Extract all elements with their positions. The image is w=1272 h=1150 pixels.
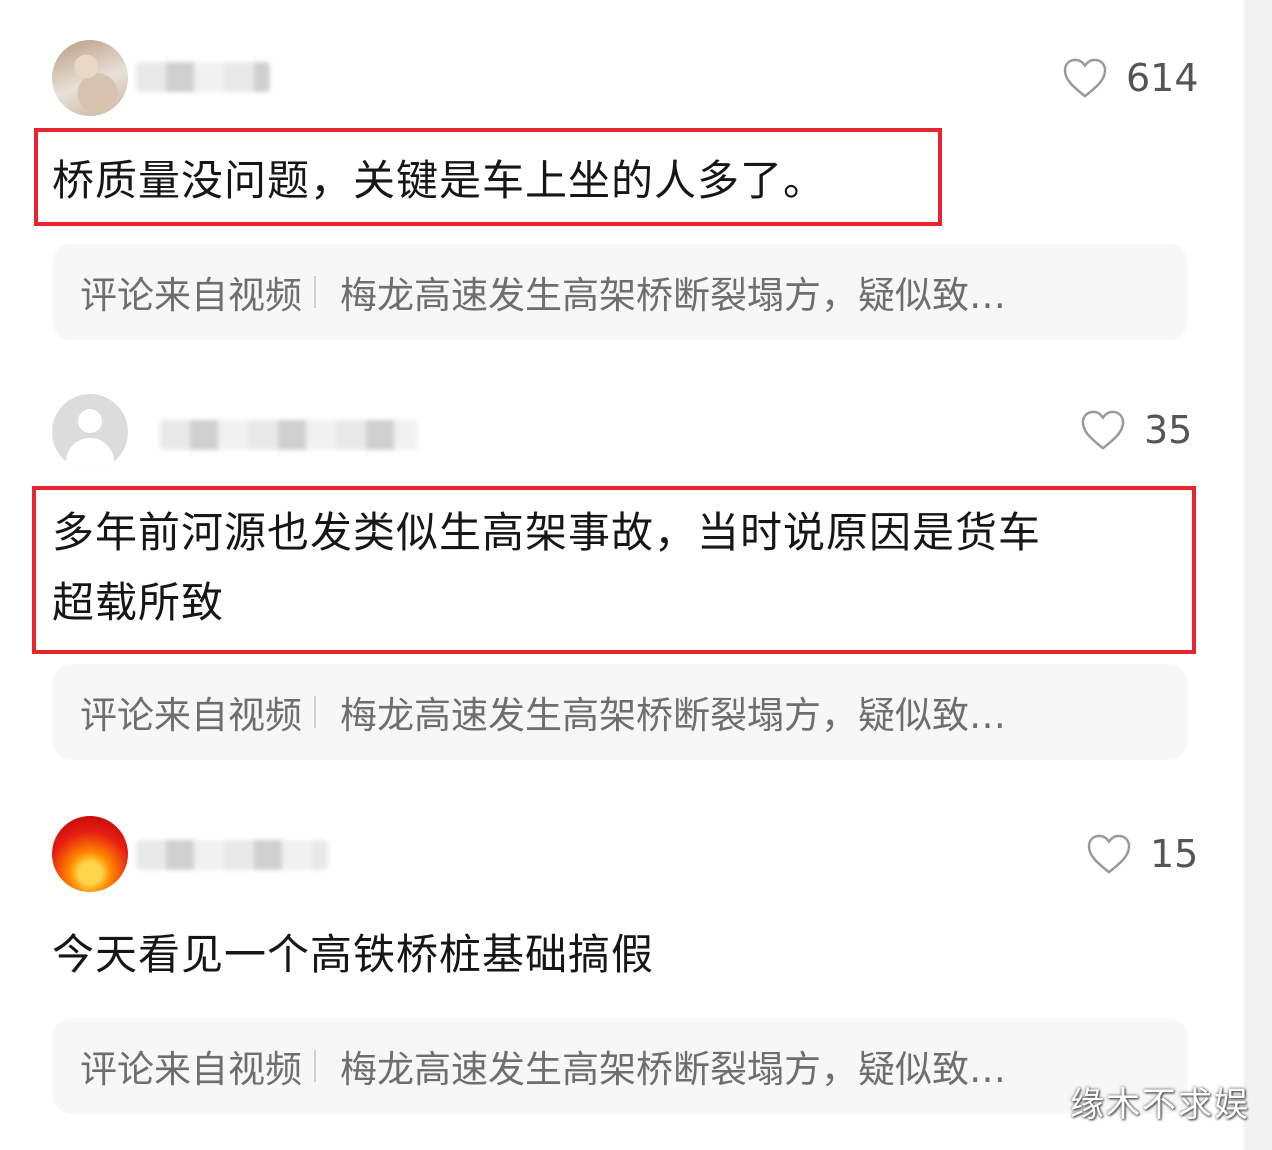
right-edge-strip	[1244, 0, 1272, 1150]
like-count: 15	[1150, 832, 1199, 876]
username-blurred[interactable]	[136, 840, 328, 870]
comment-text: 今天看见一个高铁桥桩基础搞假	[52, 930, 655, 979]
divider	[314, 1050, 316, 1082]
source-title: 梅龙高速发生高架桥断裂塌方，疑似致…	[340, 1048, 1006, 1091]
video-source-link[interactable]: 评论来自视频 梅龙高速发生高架桥断裂塌方，疑似致…	[52, 1018, 1188, 1114]
source-label: 评论来自视频	[80, 1048, 302, 1091]
avatar[interactable]	[52, 816, 128, 892]
like-button[interactable]: 15	[1086, 832, 1198, 876]
heart-icon	[1087, 834, 1131, 874]
comment-item: 15 今天看见一个高铁桥桩基础搞假 评论来自视频 梅龙高速发生高架桥断裂塌方，疑…	[0, 0, 1244, 1120]
watermark: 缘木不求娱	[1070, 1085, 1250, 1125]
